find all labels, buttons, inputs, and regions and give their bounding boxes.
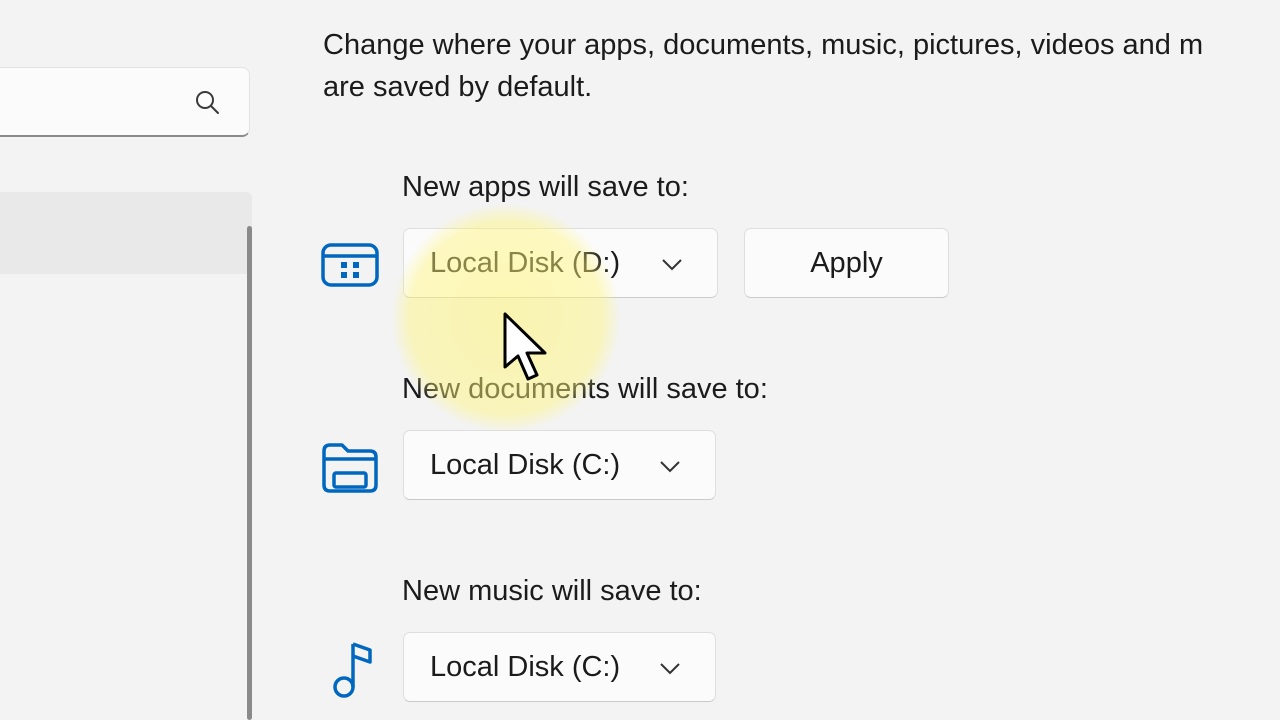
search-input[interactable] — [0, 67, 250, 137]
apps-location-dropdown[interactable]: Local Disk (D:) — [403, 228, 718, 298]
chevron-down-icon — [660, 663, 680, 675]
description-line-2: are saved by default. — [323, 71, 593, 103]
apps-location-value: Local Disk (D:) — [430, 246, 621, 279]
documents-save-label: New documents will save to: — [402, 373, 768, 405]
apps-grid-icon — [321, 243, 379, 287]
chevron-down-icon — [660, 461, 680, 473]
search-icon[interactable] — [193, 88, 223, 118]
folder-icon — [322, 443, 378, 493]
apps-save-label: New apps will save to: — [402, 171, 689, 203]
music-note-icon — [333, 642, 372, 698]
sidebar — [0, 0, 254, 720]
sidebar-scrollbar[interactable] — [247, 226, 252, 720]
music-save-label: New music will save to: — [402, 575, 702, 607]
apply-button[interactable]: Apply — [744, 228, 949, 298]
chevron-down-icon — [662, 259, 682, 271]
page-description: Change where your apps, documents, music… — [323, 24, 1280, 108]
mouse-pointer-icon — [503, 312, 547, 381]
sidebar-item-selected[interactable] — [0, 192, 252, 274]
documents-location-dropdown[interactable]: Local Disk (C:) — [403, 430, 716, 500]
documents-location-value: Local Disk (C:) — [430, 448, 621, 481]
music-location-value: Local Disk (C:) — [430, 650, 621, 683]
description-line-1: Change where your apps, documents, music… — [323, 29, 1204, 61]
music-location-dropdown[interactable]: Local Disk (C:) — [403, 632, 716, 702]
